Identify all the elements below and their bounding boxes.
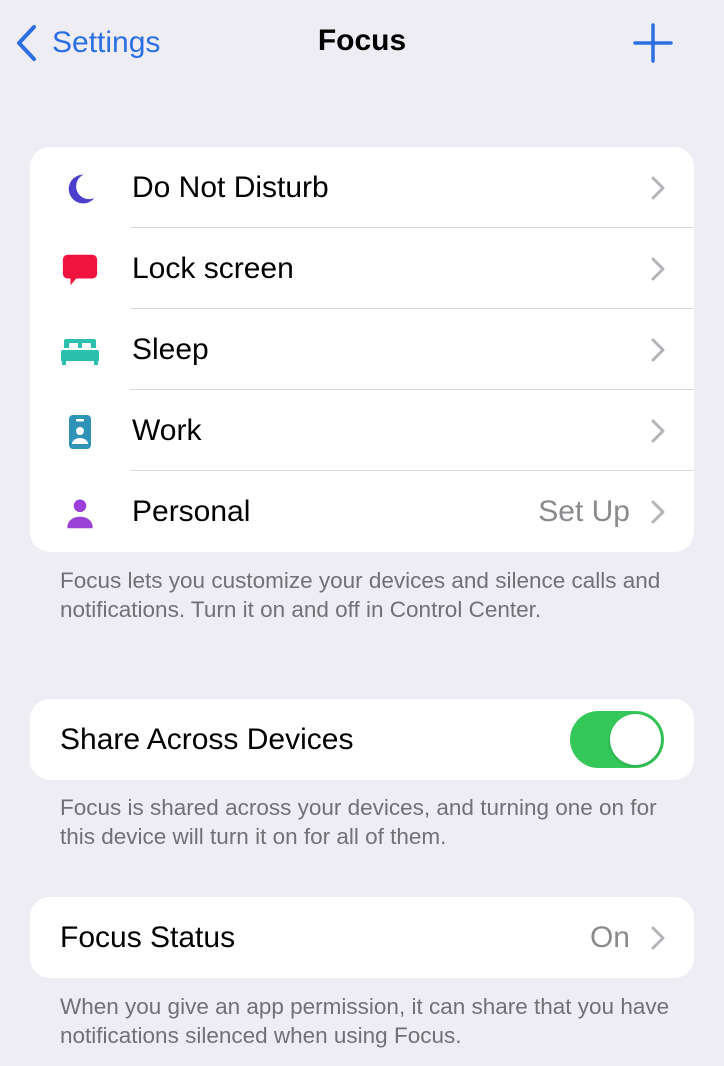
share-across-devices-group: Share Across Devices — [30, 699, 694, 780]
focus-mode-do-not-disturb[interactable]: Do Not Disturb — [30, 147, 694, 228]
focus-status-value: On — [589, 920, 630, 954]
share-across-devices-toggle[interactable] — [570, 711, 664, 768]
share-across-devices-footer: Focus is shared across your devices, and… — [60, 795, 657, 849]
share-across-devices-row: Share Across Devices — [30, 699, 694, 780]
plus-icon — [633, 23, 673, 63]
navigation-bar: Settings Focus — [0, 0, 724, 90]
chevron-right-icon — [651, 500, 665, 524]
page-title: Focus — [317, 24, 407, 57]
focus-status-row[interactable]: Focus Status On — [30, 897, 694, 978]
focus-mode-work[interactable]: Work — [30, 390, 694, 471]
focus-status-group: Focus Status On — [30, 897, 694, 978]
moon-icon — [60, 169, 100, 209]
chevron-right-icon — [651, 257, 665, 281]
focus-mode-sleep[interactable]: Sleep — [30, 309, 694, 390]
focus-modes-footer: Focus lets you customize your devices an… — [60, 568, 661, 622]
focus-mode-label: Personal — [132, 494, 251, 528]
speech-bubble-icon — [60, 250, 100, 290]
focus-status-label: Focus Status — [60, 920, 236, 954]
share-across-devices-label: Share Across Devices — [60, 722, 354, 756]
id-badge-icon — [60, 412, 100, 452]
focus-status-footer: When you give an app permission, it can … — [60, 994, 670, 1048]
chevron-right-icon — [651, 176, 665, 200]
chevron-right-icon — [651, 419, 665, 443]
focus-mode-label: Sleep — [132, 332, 209, 366]
focus-modes-list: Do Not Disturb Lock screen Sleep Work Pe… — [30, 147, 694, 552]
person-icon — [60, 493, 100, 533]
focus-mode-label: Lock screen — [132, 251, 294, 285]
chevron-right-icon — [651, 926, 665, 950]
bed-icon — [60, 331, 100, 371]
toggle-knob — [610, 714, 661, 765]
focus-mode-lock-screen[interactable]: Lock screen — [30, 228, 694, 309]
set-up-detail: Set Up — [538, 494, 630, 528]
focus-mode-personal[interactable]: Personal Set Up — [30, 471, 694, 552]
add-focus-button[interactable] — [632, 22, 674, 64]
focus-mode-label: Do Not Disturb — [132, 170, 329, 204]
chevron-right-icon — [651, 338, 665, 362]
focus-mode-label: Work — [132, 413, 202, 447]
